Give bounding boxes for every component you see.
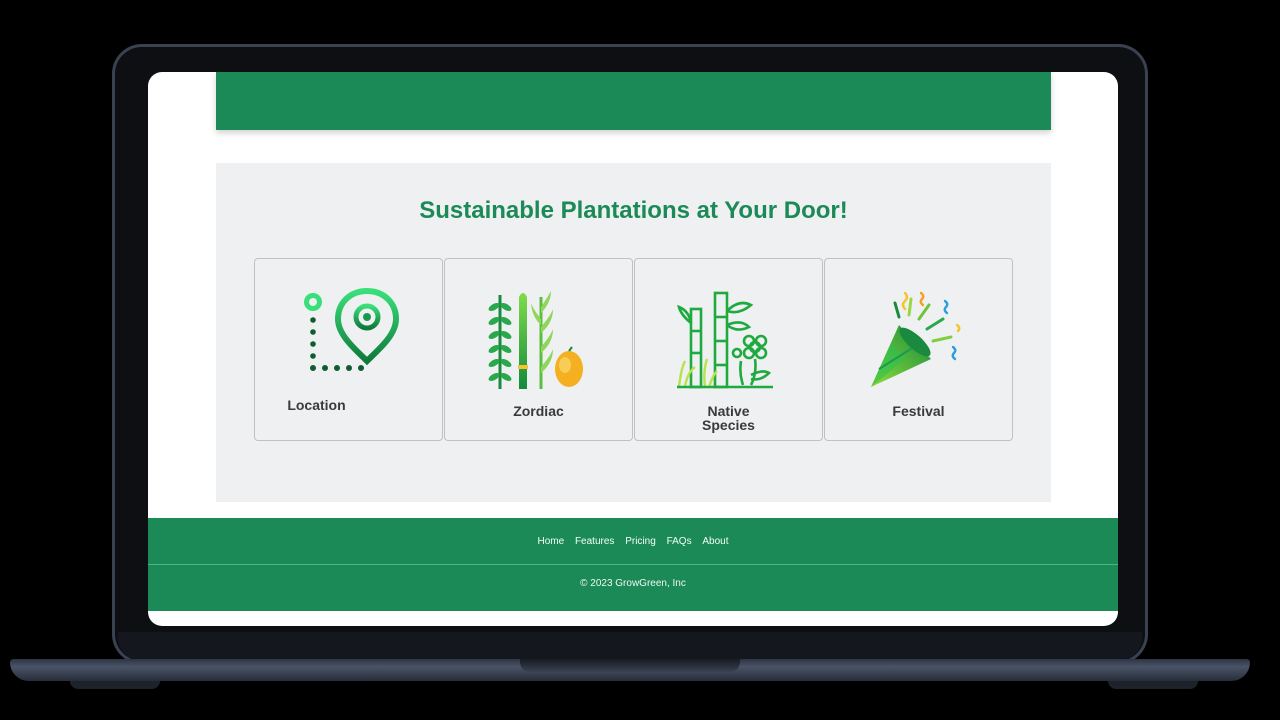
card-location[interactable]: Location [254,258,443,441]
card-native-species[interactable]: Native Species [634,258,823,441]
card-zordiac[interactable]: Zordiac [444,258,633,441]
footer-link-home[interactable]: Home [537,536,564,547]
party-popper-icon [871,291,961,387]
laptop-foot [70,681,160,689]
footer-link-pricing[interactable]: Pricing [625,536,656,547]
footer-nav: Home Features Pricing FAQs About [148,536,1118,547]
map-pin-route-icon [304,287,400,371]
card-festival[interactable]: Festival [824,258,1013,441]
hero-banner [216,72,1051,130]
copyright-text: © 2023 GrowGreen, Inc [580,578,686,589]
bamboo-flower-icon [677,291,773,389]
laptop-notch [520,659,740,672]
footer-link-faqs[interactable]: FAQs [667,536,692,547]
card-label-species: Species [702,417,755,433]
card-label-zordiac: Zordiac [513,403,564,419]
features-section: Sustainable Plantations at Your Door! Lo… [216,163,1051,502]
footer-link-about[interactable]: About [702,536,728,547]
plants-lemon-icon [488,291,583,389]
card-label-festival: Festival [892,403,945,419]
footer-link-features[interactable]: Features [575,536,614,547]
card-label-location: Location [287,397,346,413]
footer-divider [148,564,1118,565]
laptop-hinge [118,632,1142,660]
laptop-foot [1108,681,1198,689]
section-title: Sustainable Plantations at Your Door! [419,197,848,224]
laptop-screen: Sustainable Plantations at Your Door! Lo… [148,72,1118,626]
card-label-native: Native [707,403,750,419]
footer: Home Features Pricing FAQs About © 2023 … [148,518,1118,611]
